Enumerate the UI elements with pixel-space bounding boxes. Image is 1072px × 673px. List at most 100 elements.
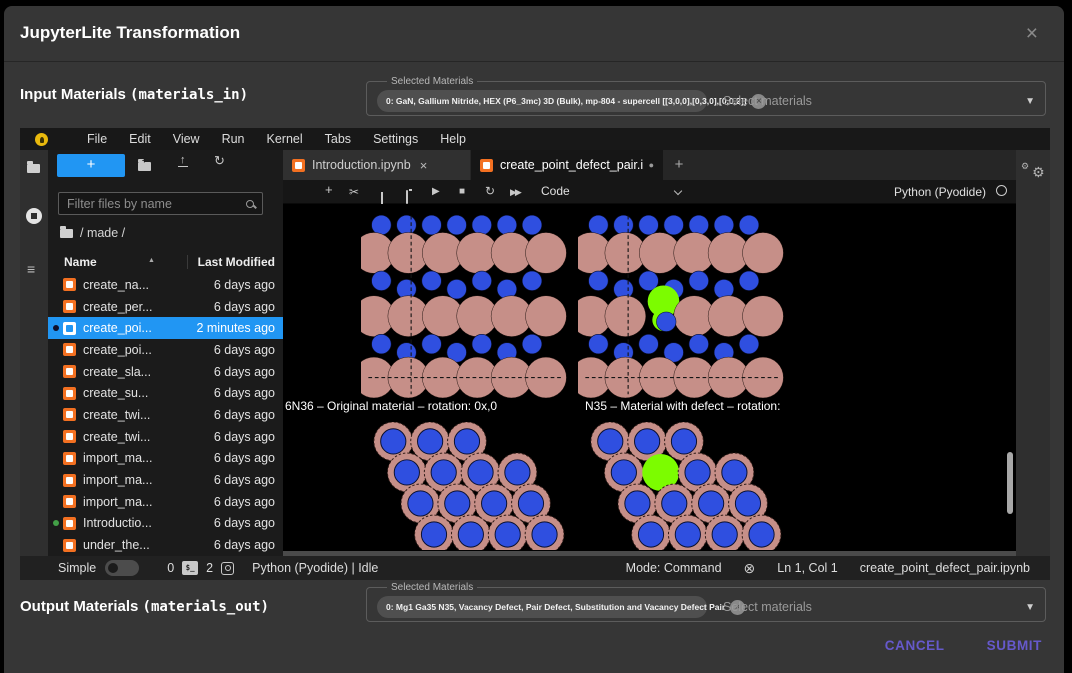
column-name[interactable]: Name xyxy=(64,255,97,269)
file-row[interactable]: import_ma...6 days ago xyxy=(48,491,283,513)
materials-in-code: (materials_in) xyxy=(130,87,248,103)
notebook-tab[interactable]: Introduction.ipynb× xyxy=(283,150,470,180)
status-bar: Simple 0 $_ 2 Python (Pyodide) | Idle Mo… xyxy=(20,556,1050,580)
file-row[interactable]: create_poi...6 days ago xyxy=(48,339,283,361)
activity-bar: ≡ xyxy=(20,150,48,556)
file-row[interactable]: create_per... 6 days ago xyxy=(48,296,283,318)
file-name: create_sla... xyxy=(83,365,151,379)
jupyterlite-transformation-dialog: JupyterLite Transformation × Input Mater… xyxy=(4,6,1064,673)
page-title: JupyterLite Transformation xyxy=(20,23,240,43)
input-fieldset-legend: Selected Materials xyxy=(387,76,477,87)
terminal-count[interactable]: 0 xyxy=(167,561,174,575)
file-filter-box[interactable] xyxy=(58,192,263,215)
upload-icon[interactable]: ↑ xyxy=(178,155,188,167)
file-row[interactable]: import_ma...6 days ago xyxy=(48,448,283,470)
file-row[interactable]: create_na...6 days ago xyxy=(48,274,283,296)
chevron-down-icon[interactable]: ▼ xyxy=(1025,602,1035,613)
breadcrumb[interactable]: / made / xyxy=(60,226,125,240)
menu-item-run[interactable]: Run xyxy=(211,132,256,146)
file-row[interactable]: under_the...6 days ago xyxy=(48,534,283,556)
file-browser-panel: + + ↑ ↻ / made / Name ▲ Last Modifi xyxy=(48,150,283,556)
close-icon[interactable]: × xyxy=(1026,23,1038,44)
file-modified: 6 days ago xyxy=(214,430,275,444)
caption-original: 6N36 – Original material – rotation: 0x,… xyxy=(285,399,577,413)
kernel-status-text[interactable]: Python (Pyodide) | Idle xyxy=(252,561,378,575)
file-row[interactable]: create_poi...2 minutes ago xyxy=(48,317,283,339)
chevron-down-icon[interactable]: ▼ xyxy=(1025,96,1035,107)
output-select-placeholder[interactable]: Select materials xyxy=(723,600,812,614)
file-row[interactable]: create_twi...6 days ago xyxy=(48,426,283,448)
restart-kernel-icon[interactable]: ↻ xyxy=(485,184,495,198)
cell-type-chevron-icon[interactable] xyxy=(674,187,682,195)
menu-item-file[interactable]: File xyxy=(76,132,118,146)
new-tab-button[interactable]: + xyxy=(664,150,694,180)
new-launcher-button[interactable]: + xyxy=(57,154,125,177)
column-last-modified[interactable]: Last Modified xyxy=(187,255,275,269)
menu-item-tabs[interactable]: Tabs xyxy=(314,132,362,146)
stop-icon[interactable]: ■ xyxy=(459,185,465,199)
running-sessions-icon[interactable] xyxy=(26,208,42,224)
tab-dirty-icon[interactable]: ● xyxy=(649,160,654,170)
file-row[interactable]: Introductio...6 days ago xyxy=(48,513,283,535)
kernel-status-icon[interactable] xyxy=(996,185,1007,196)
sort-asc-icon[interactable]: ▲ xyxy=(148,257,155,264)
search-icon xyxy=(246,200,254,208)
menu-item-help[interactable]: Help xyxy=(429,132,477,146)
output-material-chip[interactable]: 0: Mg1 Ga35 N35, Vacancy Defect, Pair De… xyxy=(377,596,707,618)
menu-item-kernel[interactable]: Kernel xyxy=(256,132,314,146)
kernel-sessions-icon[interactable] xyxy=(221,562,234,575)
input-material-chip[interactable]: 0: GaN, Gallium Nitride, HEX (P6_3mc) 3D… xyxy=(377,90,707,112)
file-modified: 6 days ago xyxy=(214,300,275,314)
mode-indicator[interactable]: Mode: Command xyxy=(626,561,722,575)
simple-mode-toggle[interactable] xyxy=(105,560,139,576)
terminal-icon[interactable]: $_ xyxy=(182,561,198,575)
notebook-file-icon xyxy=(63,408,76,421)
file-name: create_su... xyxy=(83,386,148,400)
menu-item-view[interactable]: View xyxy=(162,132,211,146)
home-folder-icon[interactable] xyxy=(60,229,73,238)
notebook-file-icon xyxy=(63,343,76,356)
cursor-position[interactable]: Ln 1, Col 1 xyxy=(777,561,837,575)
new-folder-icon[interactable]: + xyxy=(138,158,151,176)
file-filter-input[interactable] xyxy=(67,197,246,211)
vertical-scrollbar[interactable] xyxy=(1007,452,1013,514)
kernel-count[interactable]: 2 xyxy=(206,561,213,575)
notebook-file-icon xyxy=(63,539,76,552)
file-modified: 6 days ago xyxy=(214,516,275,530)
input-selected-materials-field[interactable]: Selected Materials 0: GaN, Gallium Nitri… xyxy=(366,76,1046,116)
notebook-tab[interactable]: create_point_defect_pair.ip● xyxy=(471,150,663,180)
file-row[interactable]: import_ma...6 days ago xyxy=(48,469,283,491)
cancel-button[interactable]: CANCEL xyxy=(885,638,945,653)
file-row[interactable]: create_su...6 days ago xyxy=(48,382,283,404)
input-select-placeholder[interactable]: Select materials xyxy=(723,94,812,108)
submit-button[interactable]: SUBMIT xyxy=(987,638,1042,653)
menu-item-settings[interactable]: Settings xyxy=(362,132,429,146)
file-name: create_per... xyxy=(83,300,153,314)
output-selected-materials-field[interactable]: Selected Materials 0: Mg1 Ga35 N35, Vaca… xyxy=(366,582,1046,622)
table-of-contents-icon[interactable]: ≡ xyxy=(27,262,35,276)
lattice-top-defect xyxy=(578,422,788,555)
menu-item-edit[interactable]: Edit xyxy=(118,132,162,146)
file-list: create_na...6 days ago create_per... 6 day… xyxy=(48,274,283,556)
file-row[interactable]: create_twi...6 days ago xyxy=(48,404,283,426)
cell-type-dropdown[interactable]: Code xyxy=(541,184,570,198)
lattice-side-defect xyxy=(578,212,788,403)
caption-defect: N35 – Material with defect – rotation: xyxy=(585,399,885,413)
kernel-name-button[interactable]: Python (Pyodide) xyxy=(894,185,986,199)
notebook-toolbar: + ✂ ▶ ■ ↻ ▶▶ Code Python (Pyodide) xyxy=(283,180,1016,204)
dialog-actions: CANCEL SUBMIT xyxy=(885,638,1042,653)
paste-icon[interactable] xyxy=(406,190,408,204)
property-inspector-icon[interactable]: ⚙⚙ xyxy=(1024,160,1045,178)
refresh-icon[interactable]: ↻ xyxy=(214,153,225,169)
restart-run-all-icon[interactable]: ▶▶ xyxy=(510,185,520,199)
tab-close-icon[interactable]: × xyxy=(420,158,428,173)
file-name: import_ma... xyxy=(83,473,152,487)
file-name: import_ma... xyxy=(83,451,152,465)
file-row[interactable]: create_sla...6 days ago xyxy=(48,361,283,383)
simple-mode-label: Simple xyxy=(58,561,96,575)
file-browser-icon[interactable] xyxy=(27,164,40,173)
add-cell-icon[interactable]: + xyxy=(325,183,333,197)
run-icon[interactable]: ▶ xyxy=(432,185,440,199)
cut-icon[interactable]: ✂ xyxy=(349,185,359,199)
trust-shield-icon[interactable]: ⊗ xyxy=(744,560,756,577)
